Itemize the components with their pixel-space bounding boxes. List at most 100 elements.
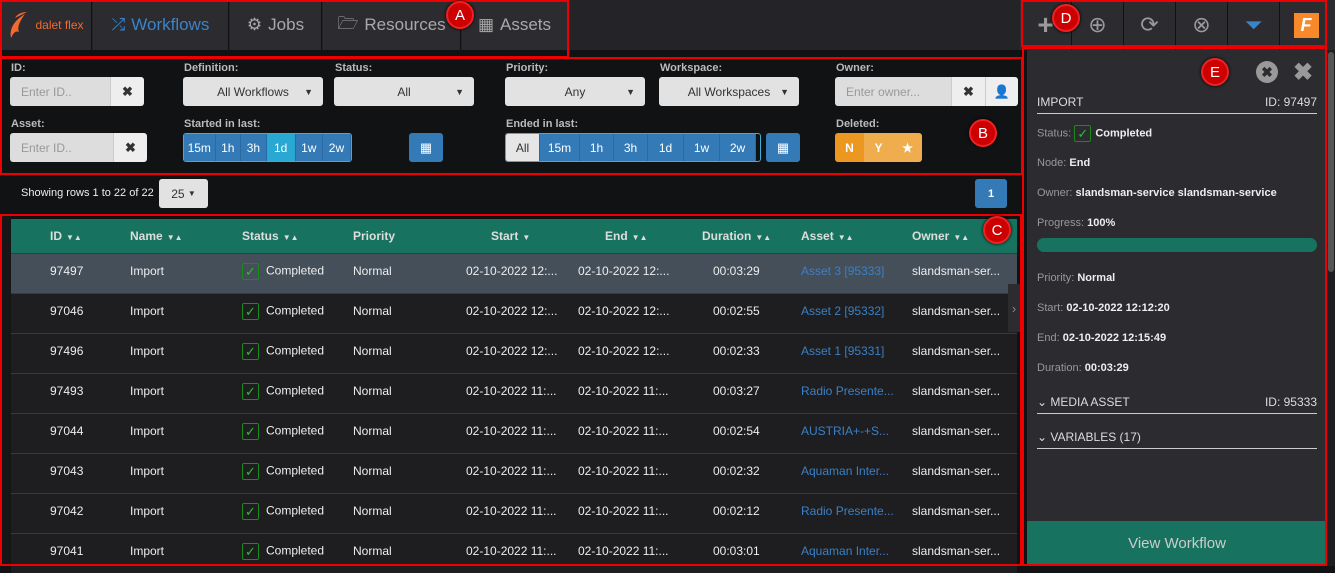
- tab-assets[interactable]: ▦ Assets: [462, 0, 568, 50]
- column-header-status[interactable]: Status ▼▲: [242, 229, 299, 243]
- table-row[interactable]: 97043 Import ✓ Completed Normal 02-10-2022 11…: [11, 453, 1017, 493]
- started-option-15m[interactable]: 15m: [184, 134, 216, 161]
- ended-option-All[interactable]: All: [506, 134, 540, 161]
- column-label: Name: [130, 229, 163, 243]
- cell-asset[interactable]: Aquaman Inter...: [801, 544, 889, 558]
- scrollbar-thumb[interactable]: [1328, 52, 1334, 272]
- close-icon[interactable]: ✖: [1293, 58, 1313, 87]
- priority-label: Priority:: [1037, 272, 1075, 284]
- sort-icon[interactable]: ▼▲: [167, 233, 183, 242]
- sort-icon[interactable]: ▼: [522, 233, 530, 242]
- ended-option-1w[interactable]: 1w: [684, 134, 720, 161]
- started-option-1h[interactable]: 1h: [215, 134, 242, 161]
- column-header-end[interactable]: End ▼▲: [605, 229, 648, 243]
- calendar-icon[interactable]: ▦: [409, 133, 443, 162]
- deleted-option-0[interactable]: N: [835, 133, 864, 162]
- sort-icon[interactable]: ▼▲: [755, 233, 771, 242]
- column-header-duration[interactable]: Duration ▼▲: [702, 229, 771, 243]
- clear-asset-button[interactable]: ✖: [113, 133, 147, 162]
- column-header-asset[interactable]: Asset ▼▲: [801, 229, 854, 243]
- asset-input[interactable]: Enter ID..: [10, 133, 113, 162]
- filter-icon[interactable]: ⏷: [1228, 0, 1280, 50]
- cell-name: Import: [130, 384, 165, 398]
- owner-input[interactable]: Enter owner...: [835, 77, 951, 106]
- cell-asset[interactable]: AUSTRIA+-+S...: [801, 424, 889, 438]
- ended-option-1d[interactable]: 1d: [648, 134, 684, 161]
- tab-resources[interactable]: 🗁 Resources: [323, 0, 461, 50]
- cell-end: 02-10-2022 11:...: [578, 544, 669, 558]
- column-label: Asset: [801, 229, 834, 243]
- cancel-circle-icon[interactable]: ⊗: [1176, 0, 1228, 50]
- deleted-label: Deleted:: [836, 118, 880, 130]
- status-text: Completed: [266, 383, 325, 398]
- download-icon[interactable]: ⊕: [1072, 0, 1124, 50]
- ended-option-2w[interactable]: 2w: [720, 134, 756, 161]
- table-row[interactable]: 97496 Import ✓ Completed Normal 02-10-2022 12…: [11, 333, 1017, 373]
- started-option-1d[interactable]: 1d: [266, 134, 296, 161]
- refresh-icon[interactable]: ⟳: [1124, 0, 1176, 50]
- sort-icon[interactable]: ▼▲: [283, 233, 299, 242]
- cell-asset[interactable]: Aquaman Inter...: [801, 464, 889, 478]
- deleted-group: N Y ★: [835, 133, 922, 162]
- column-header-start[interactable]: Start ▼: [491, 229, 530, 243]
- cell-priority: Normal: [353, 384, 392, 398]
- ended-option-3h[interactable]: 3h: [614, 134, 648, 161]
- workspace-select[interactable]: All Workspaces ▼: [659, 77, 799, 106]
- cell-duration: 00:03:27: [713, 384, 760, 398]
- column-header-id[interactable]: ID ▼▲: [50, 229, 82, 243]
- user-icon[interactable]: 👤: [985, 77, 1018, 106]
- definition-select[interactable]: All Workflows ▼: [183, 77, 323, 106]
- variables-title: VARIABLES (17): [1050, 430, 1141, 444]
- table-row[interactable]: 97041 Import ✓ Completed Normal 02-10-2022 11…: [11, 533, 1017, 573]
- table-row[interactable]: 97046 Import ✓ Completed Normal 02-10-2022 12…: [11, 293, 1017, 333]
- column-header-name[interactable]: Name ▼▲: [130, 229, 183, 243]
- deleted-option-2[interactable]: ★: [893, 133, 922, 162]
- sort-icon[interactable]: ▼▲: [632, 233, 648, 242]
- ended-option-15m[interactable]: 15m: [540, 134, 580, 161]
- page-size-select[interactable]: 25 ▼: [159, 179, 208, 208]
- ended-option-1h[interactable]: 1h: [580, 134, 614, 161]
- id-input[interactable]: Enter ID..: [10, 77, 110, 106]
- shuffle-icon: ⤮: [111, 15, 126, 34]
- table-row[interactable]: 97497 Import ✓ Completed Normal 02-10-2022 12…: [11, 253, 1017, 293]
- check-icon: ✓: [242, 383, 259, 400]
- table-row[interactable]: 97042 Import ✓ Completed Normal 02-10-2022 11…: [11, 493, 1017, 533]
- started-option-1w[interactable]: 1w: [295, 134, 323, 161]
- priority-select[interactable]: Any ▼: [505, 77, 645, 106]
- collapse-panel-handle[interactable]: ›: [1008, 284, 1020, 332]
- cell-owner: slandsman-ser...: [912, 504, 1001, 518]
- flex-logo-icon[interactable]: F: [1280, 0, 1332, 50]
- variables-section[interactable]: ⌄ VARIABLES (17): [1037, 430, 1317, 449]
- cell-asset[interactable]: Asset 1 [95331]: [801, 344, 884, 358]
- detail-header: IMPORT ID: 97497: [1037, 95, 1317, 114]
- status-select[interactable]: All ▼: [334, 77, 474, 106]
- sort-icon[interactable]: ▼▲: [953, 233, 969, 242]
- cell-asset[interactable]: Asset 3 [95333]: [801, 264, 884, 278]
- page-1-button[interactable]: 1: [975, 179, 1007, 208]
- dalet-flex-logo[interactable]: dalet flex: [0, 0, 92, 50]
- sort-icon[interactable]: ▼▲: [838, 233, 854, 242]
- cancel-job-icon[interactable]: ✖: [1256, 61, 1278, 83]
- started-in-last-group: 15m 1h 3h 1d 1w 2w: [183, 133, 352, 162]
- cell-asset[interactable]: Radio Presente...: [801, 504, 894, 518]
- table-row[interactable]: 97493 Import ✓ Completed Normal 02-10-2022 11…: [11, 373, 1017, 413]
- column-header-owner[interactable]: Owner ▼▲: [912, 229, 969, 243]
- calendar-icon[interactable]: ▦: [766, 133, 800, 162]
- node-label: Node:: [1037, 157, 1067, 169]
- started-option-3h[interactable]: 3h: [241, 134, 267, 161]
- clear-owner-button[interactable]: ✖: [951, 77, 985, 106]
- column-header-priority[interactable]: Priority: [353, 229, 395, 243]
- media-asset-section[interactable]: ⌄ MEDIA ASSET ID: 95333: [1037, 395, 1317, 414]
- tab-jobs[interactable]: ⚙ Jobs: [230, 0, 322, 50]
- clear-id-button[interactable]: ✖: [110, 77, 144, 106]
- table-header: ID ▼▲ Name ▼▲ Status ▼▲ Priority Start ▼ End ▼▲ Dur…: [11, 219, 1017, 253]
- table-row[interactable]: 97044 Import ✓ Completed Normal 02-10-2022 11…: [11, 413, 1017, 453]
- cell-asset[interactable]: Asset 2 [95332]: [801, 304, 884, 318]
- cell-asset[interactable]: Radio Presente...: [801, 384, 894, 398]
- scrollbar[interactable]: [1327, 50, 1335, 566]
- sort-icon[interactable]: ▼▲: [66, 233, 82, 242]
- view-workflow-button[interactable]: View Workflow: [1027, 521, 1327, 566]
- started-option-2w[interactable]: 2w: [322, 134, 351, 161]
- deleted-option-1[interactable]: Y: [864, 133, 893, 162]
- tab-workflows[interactable]: ⤮ Workflows: [93, 0, 229, 50]
